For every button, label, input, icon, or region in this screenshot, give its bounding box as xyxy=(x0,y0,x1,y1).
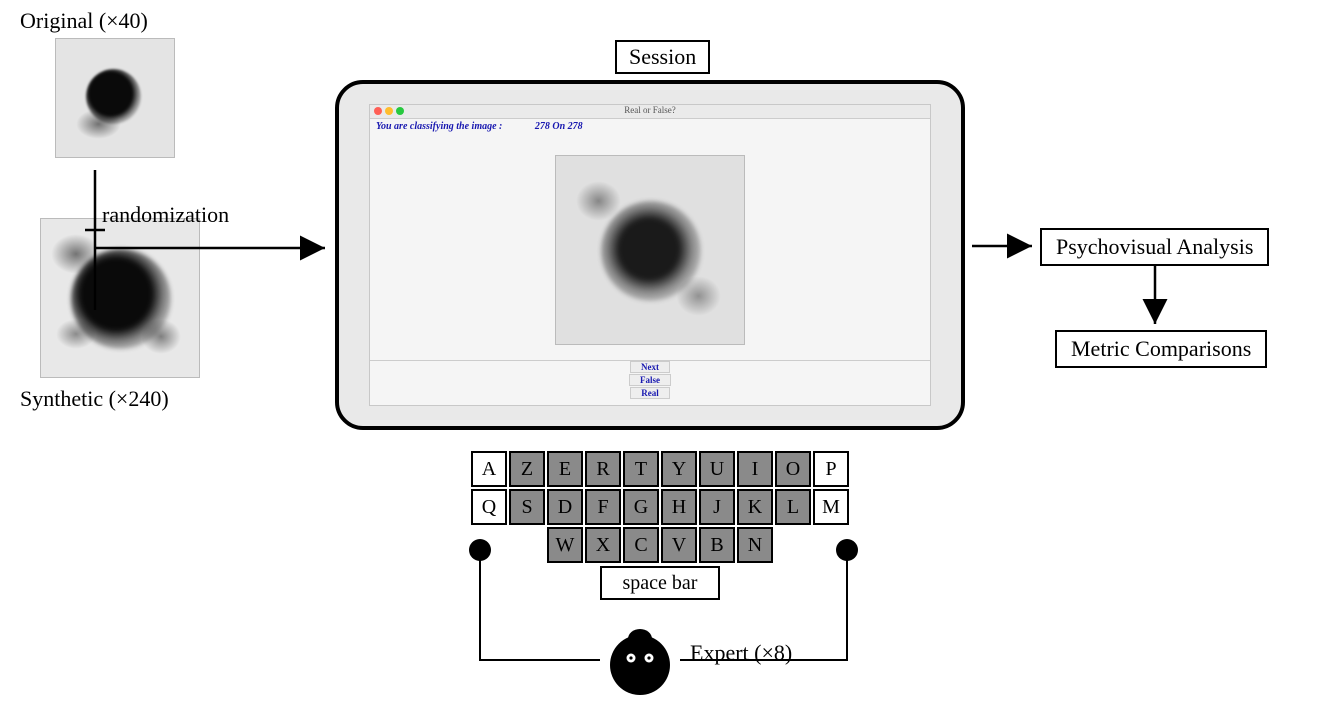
window-title: Real or False? xyxy=(624,105,675,115)
false-button[interactable]: False xyxy=(629,374,671,386)
original-image-thumb xyxy=(55,38,175,158)
spacebar-key[interactable]: space bar xyxy=(600,566,720,600)
session-panel: Real or False? You are classifying the i… xyxy=(335,80,965,430)
key-c[interactable]: C xyxy=(623,527,659,563)
key-d[interactable]: D xyxy=(547,489,583,525)
session-title-box: Session xyxy=(615,40,710,74)
spacebar-label: space bar xyxy=(623,572,698,595)
key-y[interactable]: Y xyxy=(661,451,697,487)
metric-comparisons-box: Metric Comparisons xyxy=(1055,330,1267,368)
key-i[interactable]: I xyxy=(737,451,773,487)
status-count: 278 On 278 xyxy=(535,121,583,132)
close-icon xyxy=(374,107,382,115)
key-v[interactable]: V xyxy=(661,527,697,563)
classification-status: You are classifying the image : 278 On 2… xyxy=(370,119,930,134)
keyboard: AZERTYUIOP QSDFGHJKLM WXCVBN space bar xyxy=(470,450,850,600)
session-window: Real or False? You are classifying the i… xyxy=(369,104,931,406)
expert-head-icon xyxy=(605,625,675,695)
window-titlebar: Real or False? xyxy=(370,105,930,119)
synthetic-image-thumb xyxy=(40,218,200,378)
key-b[interactable]: B xyxy=(699,527,735,563)
key-q[interactable]: Q xyxy=(471,489,507,525)
psychovisual-label: Psychovisual Analysis xyxy=(1056,234,1253,259)
key-t[interactable]: T xyxy=(623,451,659,487)
key-g[interactable]: G xyxy=(623,489,659,525)
displayed-spheroid-image xyxy=(555,155,745,345)
key-m[interactable]: M xyxy=(813,489,849,525)
key-o[interactable]: O xyxy=(775,451,811,487)
key-z[interactable]: Z xyxy=(509,451,545,487)
metric-label: Metric Comparisons xyxy=(1071,336,1251,361)
key-w[interactable]: W xyxy=(547,527,583,563)
key-a[interactable]: A xyxy=(471,451,507,487)
original-label: Original (×40) xyxy=(20,8,240,34)
session-title-text: Session xyxy=(629,44,696,69)
key-k[interactable]: K xyxy=(737,489,773,525)
maximize-icon xyxy=(396,107,404,115)
session-buttons: Next False Real xyxy=(629,361,671,399)
status-prefix: You are classifying the image : xyxy=(376,121,502,132)
key-u[interactable]: U xyxy=(699,451,735,487)
randomization-label: randomization xyxy=(102,202,229,228)
psychovisual-analysis-box: Psychovisual Analysis xyxy=(1040,228,1269,266)
synthetic-label: Synthetic (×240) xyxy=(20,386,240,412)
minimize-icon xyxy=(385,107,393,115)
key-l[interactable]: L xyxy=(775,489,811,525)
window-traffic-lights xyxy=(374,107,404,115)
key-r[interactable]: R xyxy=(585,451,621,487)
expert-label: Expert (×8) xyxy=(690,640,792,666)
key-s[interactable]: S xyxy=(509,489,545,525)
key-j[interactable]: J xyxy=(699,489,735,525)
real-button[interactable]: Real xyxy=(630,387,670,399)
key-n[interactable]: N xyxy=(737,527,773,563)
key-f[interactable]: F xyxy=(585,489,621,525)
key-x[interactable]: X xyxy=(585,527,621,563)
key-p[interactable]: P xyxy=(813,451,849,487)
next-button[interactable]: Next xyxy=(630,361,670,373)
key-h[interactable]: H xyxy=(661,489,697,525)
key-e[interactable]: E xyxy=(547,451,583,487)
